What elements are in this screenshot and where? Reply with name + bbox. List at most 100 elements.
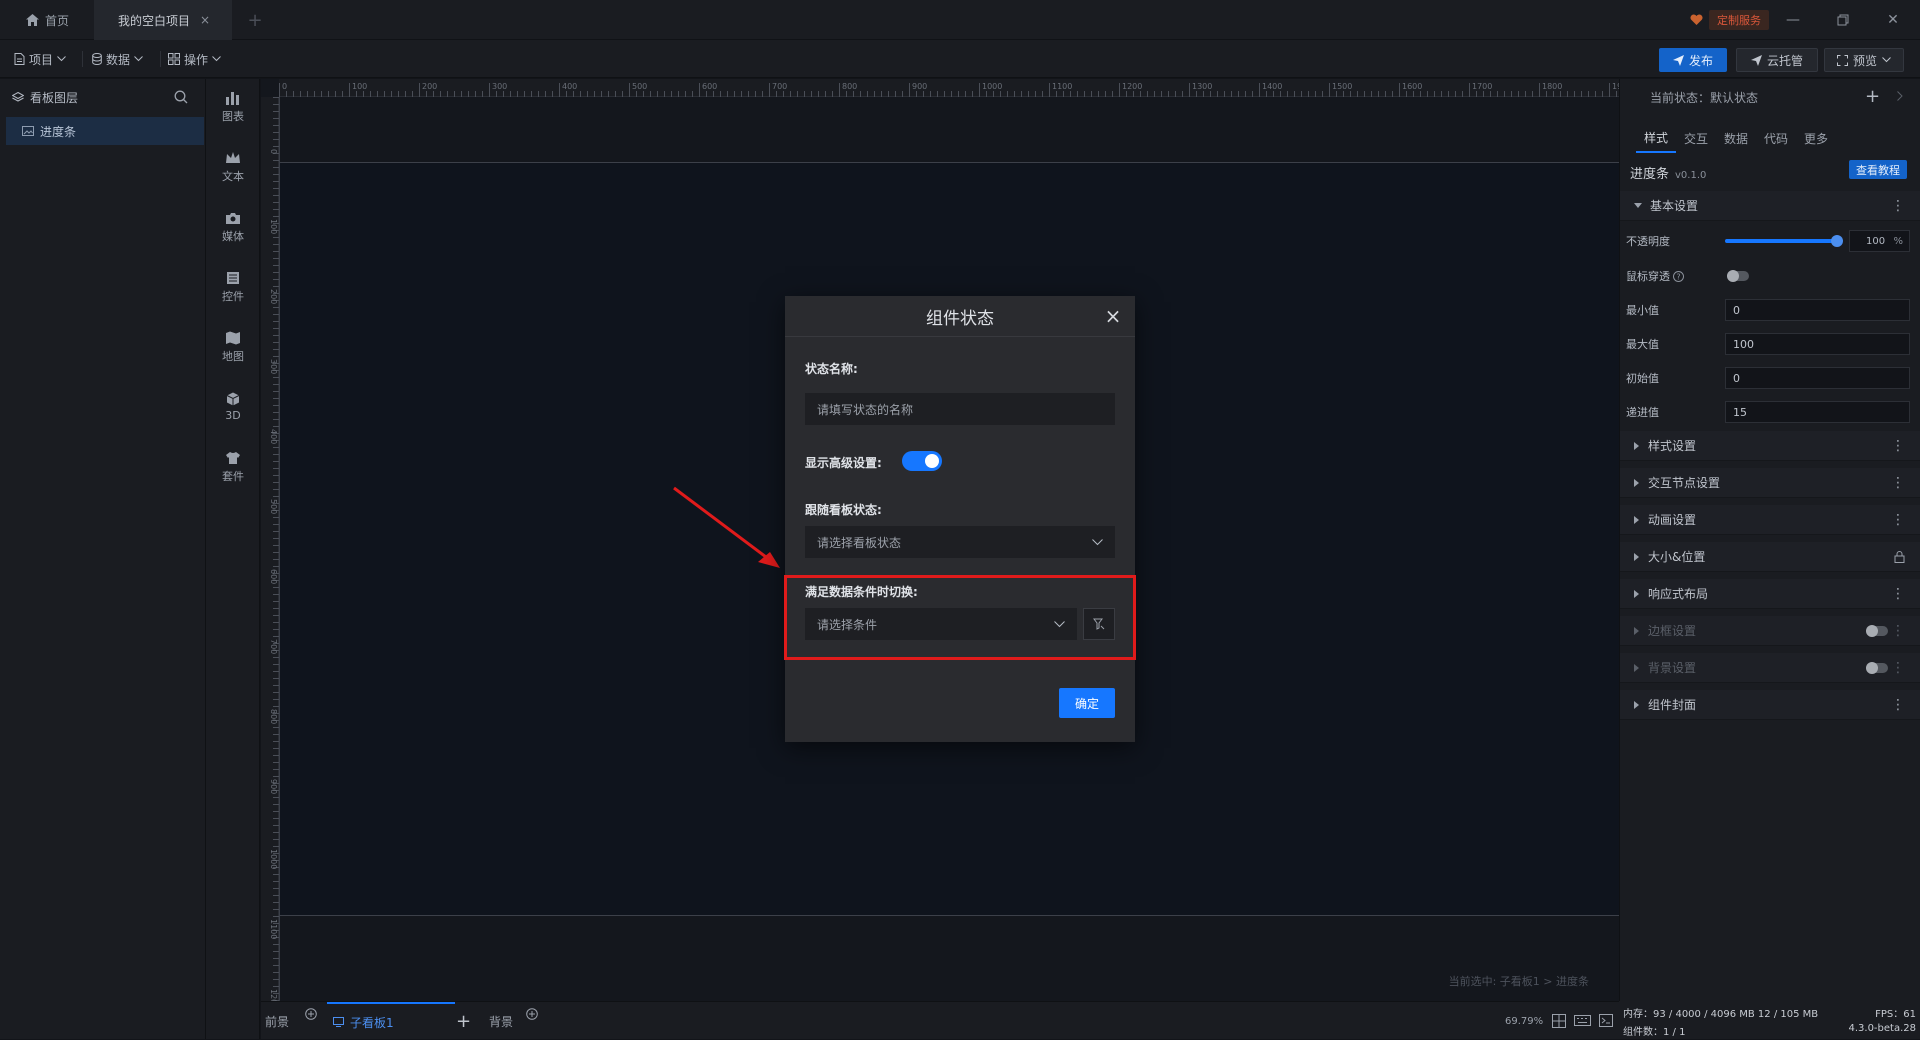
ruler-label: 1200	[1122, 82, 1142, 91]
mouse-through-toggle[interactable]	[1727, 270, 1749, 282]
tab-foreground[interactable]: 前景	[265, 1002, 289, 1040]
ruler-label: 1200	[269, 989, 278, 1001]
keyboard-icon[interactable]	[1574, 1015, 1591, 1026]
tab-interaction[interactable]: 交互	[1676, 123, 1716, 153]
section-style-settings[interactable]: 样式设置 ⋮	[1620, 431, 1920, 461]
menu-project[interactable]: 项目	[14, 49, 66, 69]
max-label: 最大值	[1626, 338, 1659, 351]
section-background[interactable]: 背景设置 ⋮	[1620, 653, 1920, 683]
component-control[interactable]: 控件	[206, 265, 260, 309]
tab-sub-board-label: 子看板1	[350, 1015, 394, 1030]
section-basic-settings[interactable]: 基本设置 ⋮	[1620, 191, 1920, 221]
tab-code[interactable]: 代码	[1756, 123, 1796, 153]
board-state-select[interactable]: 请选择看板状态	[805, 526, 1115, 558]
cloud-hosting-button[interactable]: 云托管	[1736, 48, 1818, 72]
section-border[interactable]: 边框设置 ⋮	[1620, 616, 1920, 646]
help-icon[interactable]: ?	[1673, 270, 1684, 282]
menu-data[interactable]: 数据	[92, 49, 143, 69]
bar-chart-icon	[225, 91, 241, 105]
tab-home[interactable]: 首页	[0, 0, 94, 40]
component-map[interactable]: 地图	[206, 325, 260, 369]
section-size-position[interactable]: 大小&位置	[1620, 542, 1920, 572]
board-state-placeholder: 请选择看板状态	[817, 535, 902, 550]
caret-right-icon	[1634, 663, 1640, 672]
initial-row: 初始值 0	[1620, 364, 1920, 392]
ruler-vertical[interactable]: 0 100 200 300 400 500 600 700 800 900 1000 1100 1200	[261, 97, 279, 1001]
publish-button[interactable]: 发布	[1659, 48, 1727, 72]
advanced-settings-toggle[interactable]	[902, 451, 942, 471]
max-input[interactable]: 100	[1725, 333, 1910, 355]
ruler-label: 800	[269, 709, 278, 724]
search-icon[interactable]	[174, 90, 188, 104]
tab-style[interactable]: 样式	[1636, 123, 1676, 153]
menu-operation[interactable]: 操作	[168, 49, 221, 69]
add-circle-icon[interactable]	[526, 1008, 538, 1020]
section-cover[interactable]: 组件封面 ⋮	[1620, 690, 1920, 720]
add-board-button[interactable]: +	[456, 1002, 471, 1040]
opacity-slider-thumb[interactable]	[1831, 235, 1843, 247]
step-input[interactable]: 15	[1725, 401, 1910, 423]
confirm-button[interactable]: 确定	[1059, 688, 1115, 718]
ruler-label: 900	[912, 82, 927, 91]
fit-screen-icon[interactable]	[1552, 1014, 1566, 1028]
opacity-input[interactable]: 100 %	[1849, 230, 1910, 252]
title-bar: 首页 我的空白项目 × + 定制服务 — ✕	[0, 0, 1920, 40]
section-responsive[interactable]: 响应式布局 ⋮	[1620, 579, 1920, 609]
chevron-down-icon	[212, 56, 221, 62]
component-text[interactable]: 文本	[206, 145, 260, 189]
component-media[interactable]: 媒体	[206, 205, 260, 249]
close-icon[interactable]: ×	[1103, 306, 1123, 326]
more-vertical-icon[interactable]: ⋮	[1891, 475, 1905, 491]
add-state-icon[interactable]: +	[1865, 88, 1880, 106]
cube-icon	[225, 392, 241, 406]
ruler-label: 100	[352, 82, 367, 91]
state-name-input[interactable]: 请填写状态的名称	[805, 393, 1115, 425]
view-tutorial-button[interactable]: 查看教程	[1849, 160, 1907, 179]
more-vertical-icon[interactable]: ⋮	[1891, 660, 1905, 676]
tab-project[interactable]: 我的空白项目 ×	[94, 0, 232, 40]
restore-icon[interactable]	[1820, 0, 1866, 40]
grid-icon	[168, 53, 180, 65]
tab-sub-board[interactable]: 子看板1	[327, 1002, 455, 1040]
terminal-icon[interactable]	[1599, 1014, 1613, 1027]
zoom-level[interactable]: 69.79%	[1505, 1002, 1543, 1040]
more-vertical-icon[interactable]: ⋮	[1891, 697, 1905, 713]
preview-button[interactable]: 预览	[1824, 48, 1904, 72]
section-animation[interactable]: 动画设置 ⋮	[1620, 505, 1920, 535]
minimize-icon[interactable]: —	[1770, 0, 1816, 40]
tab-background[interactable]: 背景	[489, 1002, 513, 1040]
toolbar-divider	[82, 51, 83, 67]
tab-close-icon[interactable]: ×	[200, 13, 210, 27]
more-vertical-icon[interactable]: ⋮	[1891, 586, 1905, 602]
more-vertical-icon[interactable]: ⋮	[1891, 623, 1905, 639]
component-3d[interactable]: 3D	[206, 385, 260, 429]
ruler-label: 700	[269, 639, 278, 654]
tab-data[interactable]: 数据	[1716, 123, 1756, 153]
tab-more[interactable]: 更多	[1796, 123, 1836, 153]
lock-icon[interactable]	[1894, 550, 1905, 563]
ruler-label: 1100	[1052, 82, 1072, 91]
custom-service-button[interactable]: 定制服务	[1682, 10, 1777, 30]
more-vertical-icon[interactable]: ⋮	[1891, 438, 1905, 454]
add-circle-icon[interactable]	[305, 1008, 317, 1020]
publish-label: 发布	[1688, 53, 1713, 68]
background-toggle[interactable]	[1866, 662, 1888, 674]
more-vertical-icon[interactable]: ⋮	[1891, 512, 1905, 528]
layer-item-progress[interactable]: 进度条	[6, 117, 204, 145]
toolbar: 项目 数据 操作 发布 云托管 预览	[0, 40, 1920, 78]
ruler-label: 300	[492, 82, 507, 91]
min-input[interactable]: 0	[1725, 299, 1910, 321]
chevron-right-icon[interactable]	[1897, 91, 1903, 101]
border-toggle[interactable]	[1866, 625, 1888, 637]
more-vertical-icon[interactable]: ⋮	[1891, 198, 1905, 214]
component-kit[interactable]: 套件	[206, 445, 260, 489]
ruler-horizontal[interactable]: 0 100 200 300 400 500 600 700 800 900 1000 1100 1200…	[279, 79, 1619, 97]
dialog-header: 组件状态	[785, 296, 1135, 337]
component-chart[interactable]: 图表	[206, 85, 260, 129]
ruler-label: 500	[632, 82, 647, 91]
opacity-slider[interactable]	[1725, 235, 1843, 247]
initial-input[interactable]: 0	[1725, 367, 1910, 389]
close-window-icon[interactable]: ✕	[1870, 0, 1916, 40]
section-interaction-node[interactable]: 交互节点设置 ⋮	[1620, 468, 1920, 498]
add-tab-button[interactable]: +	[240, 0, 270, 40]
